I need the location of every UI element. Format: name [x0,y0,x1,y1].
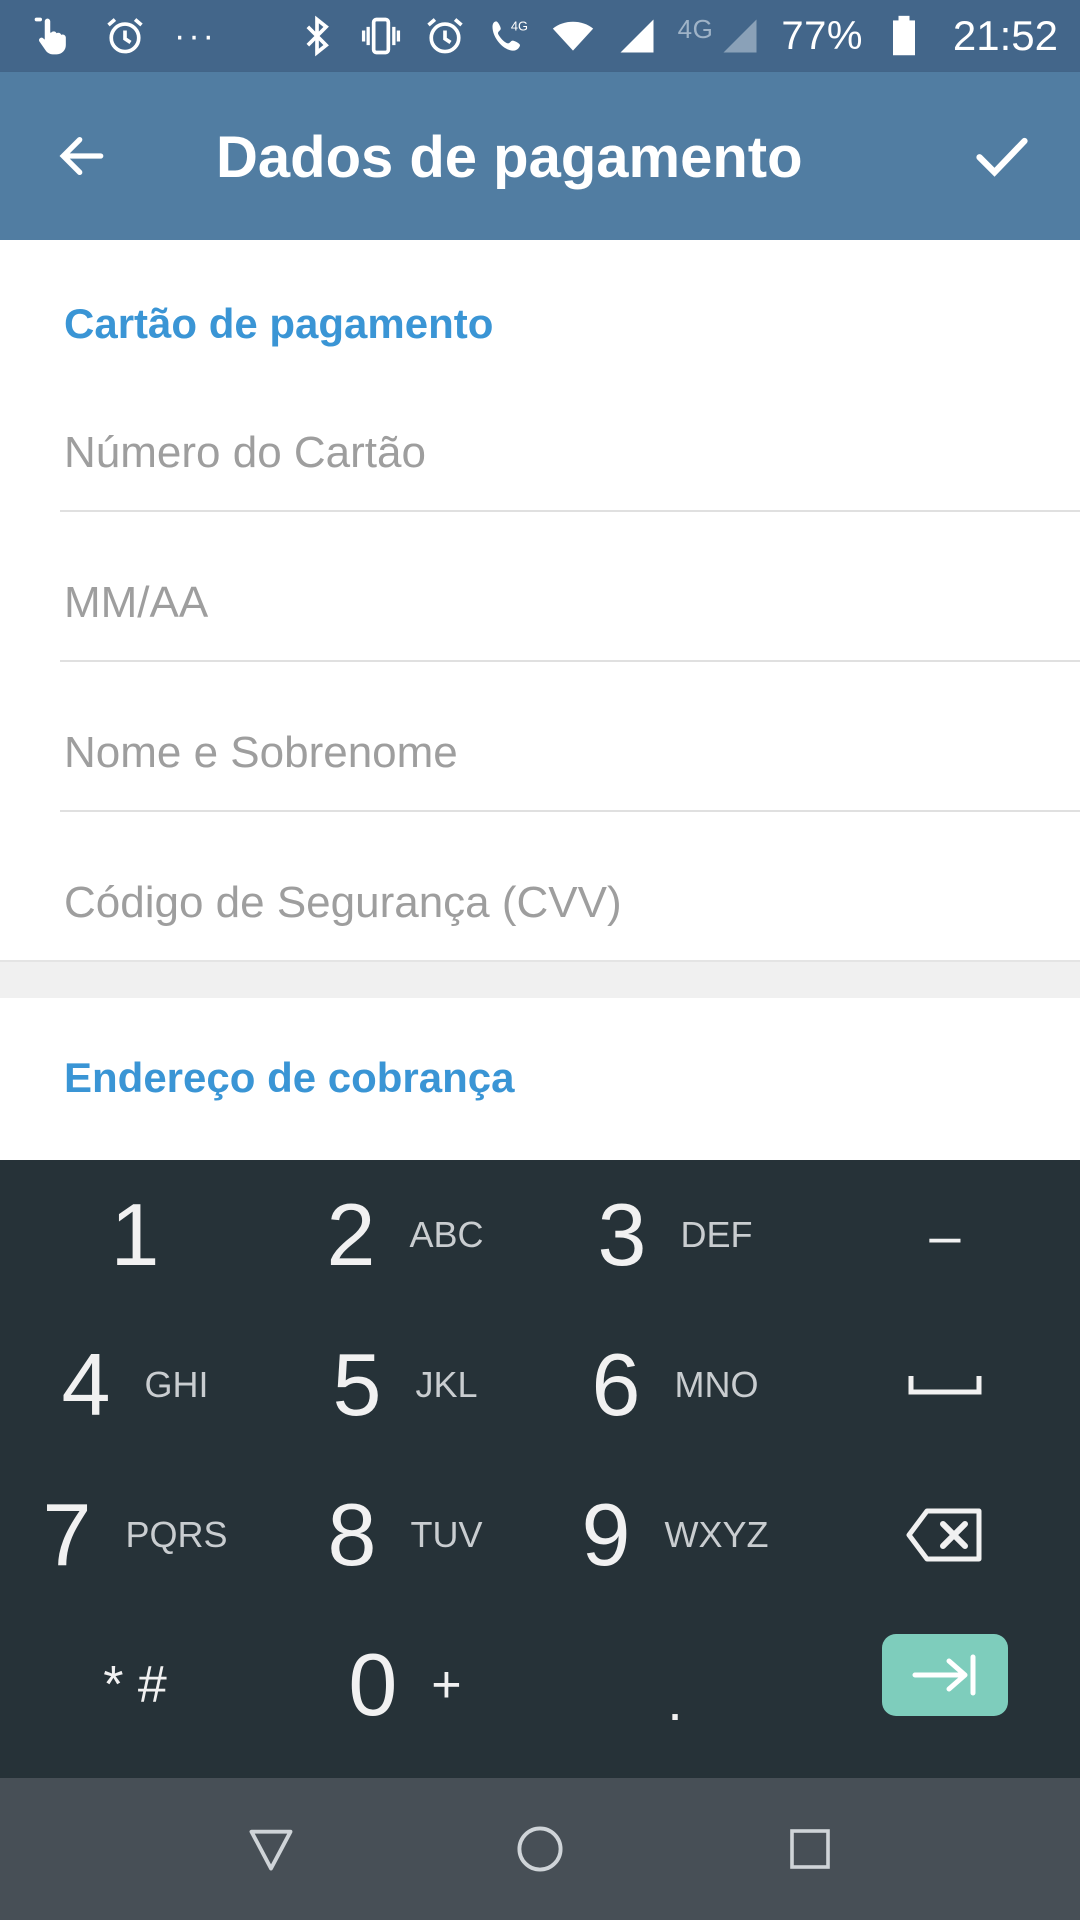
key-letters: DEF [680,1214,753,1255]
key-5[interactable]: 5 JKL [270,1310,540,1460]
circle-home-icon [517,1826,563,1872]
alarm-icon [102,13,148,59]
more-notifications-icon: ··· [174,16,217,55]
key-letters: PQRS [125,1514,228,1555]
battery-icon [881,13,927,59]
cvv-input[interactable] [60,878,1058,928]
key-1[interactable]: 1 [0,1160,270,1310]
key-backspace[interactable] [810,1460,1080,1610]
page-title: Dados de pagamento [216,125,803,190]
arrow-back-icon [59,136,104,176]
network-type-label: 4G [677,14,714,44]
cvv-field [60,810,1080,960]
svg-text:4G: 4G [510,19,527,34]
key-digit: 6 [591,1335,641,1434]
expiry-input[interactable] [60,578,1058,628]
key-digit: 9 [581,1485,631,1584]
cardholder-name-input[interactable] [60,728,1058,778]
star-hash-label: * # [103,1656,167,1714]
key-letters: GHI [144,1364,209,1405]
alarm-icon-2 [422,13,468,59]
space-icon [908,1376,982,1395]
triangle-back-icon [249,1829,293,1871]
key-digit: 3 [597,1185,647,1284]
key-3[interactable]: 3 DEF [540,1160,810,1310]
key-letters: WXYZ [664,1514,769,1555]
arrow-to-end-icon [912,1654,976,1696]
billing-address-section: Endereço de cobrança [0,998,1080,1160]
signal-icon [614,13,660,59]
back-button[interactable] [44,118,120,194]
key-digit: 1 [110,1185,160,1284]
section-divider [0,960,1080,1000]
square-recents-icon [790,1829,830,1869]
minus-symbol: – [929,1203,961,1267]
key-7[interactable]: 7 PQRS [0,1460,270,1610]
key-digit: 0 [348,1635,398,1734]
next-field-button[interactable] [882,1634,1008,1716]
app-bar: Dados de pagamento [0,72,1080,240]
key-letters: TUV [410,1514,483,1555]
volte-call-icon: 4G [486,13,532,59]
key-digit: 2 [326,1185,376,1284]
expiry-field [60,510,1080,662]
battery-percent: 77% [781,13,863,58]
bluetooth-icon [294,13,340,59]
nav-recents-button[interactable] [775,1814,845,1884]
nav-home-button[interactable] [505,1814,575,1884]
key-2[interactable]: 2 ABC [270,1160,540,1310]
key-letters: + [431,1656,462,1714]
key-0[interactable]: 0 + [270,1610,540,1760]
key-digit: 7 [42,1485,92,1584]
key-digit: 8 [327,1485,377,1584]
nav-back-button[interactable] [236,1814,306,1884]
key-8[interactable]: 8 TUV [270,1460,540,1610]
touch-hand-icon [30,13,76,59]
key-period[interactable]: . [540,1610,810,1760]
key-letters: JKL [415,1364,478,1405]
card-number-input[interactable] [60,428,1058,478]
key-4[interactable]: 4 GHI [0,1310,270,1460]
key-letters: MNO [674,1364,759,1405]
check-icon [976,137,1028,177]
navigation-bar [0,1778,1080,1920]
numeric-keyboard: 1 2 ABC 3 DEF – 4 GHI 5 JKL 6 MNO 7 PQRS… [0,1160,1080,1778]
payment-card-section: Cartão de pagamento [0,240,1080,960]
key-space[interactable] [810,1310,1080,1460]
key-star-hash[interactable]: * # [0,1610,270,1760]
done-button[interactable] [962,118,1042,194]
key-next[interactable] [810,1600,1080,1750]
key-9[interactable]: 9 WXYZ [540,1460,810,1610]
cardholder-name-field [60,660,1080,812]
key-6[interactable]: 6 MNO [540,1310,810,1460]
key-digit: 5 [332,1335,382,1434]
clock: 21:52 [952,12,1058,59]
status-bar: ··· 4G 4G 77% 21:52 [0,0,1080,72]
vibrate-icon [358,13,404,59]
section-header-card: Cartão de pagamento [64,300,494,347]
card-number-field [60,360,1080,512]
period-symbol: . [667,1668,683,1732]
backspace-icon [906,1508,982,1562]
key-digit: 4 [61,1335,111,1434]
key-letters: ABC [409,1214,484,1255]
signal-icon-2 [717,13,763,59]
section-header-billing: Endereço de cobrança [64,1054,515,1101]
wifi-icon [550,13,596,59]
key-minus[interactable]: – [810,1160,1080,1310]
